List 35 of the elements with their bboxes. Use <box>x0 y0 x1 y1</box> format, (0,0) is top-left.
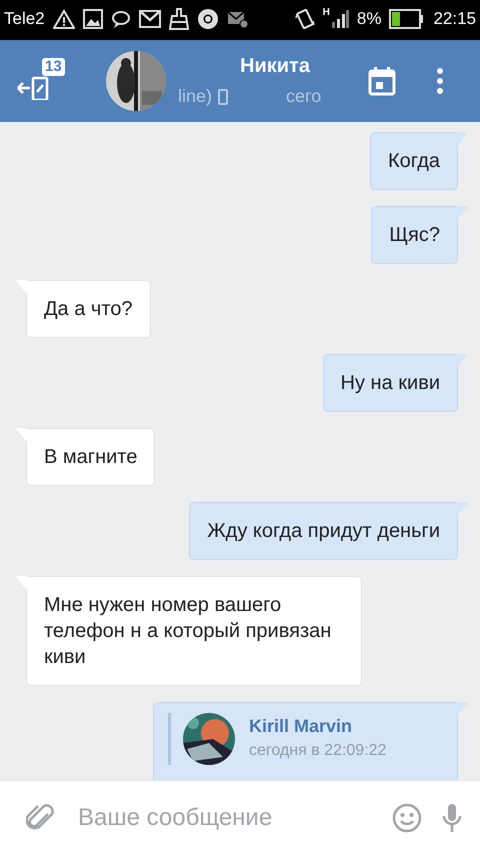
clock: 22:15 <box>433 9 476 29</box>
last-seen: сего <box>286 86 322 107</box>
incoming-message: Да а что? <box>15 280 151 338</box>
author-name[interactable]: Kirill Marvin <box>249 715 386 737</box>
more-menu-button[interactable] <box>436 68 444 94</box>
carrier-name: Tele2 <box>4 9 45 29</box>
battery-icon <box>389 9 426 29</box>
warning-icon <box>52 9 75 29</box>
contact-name: Никита <box>239 55 312 78</box>
network-type: H <box>322 8 330 18</box>
message-input[interactable]: Ваше сообщение <box>76 802 372 832</box>
mail-icon <box>138 10 161 28</box>
outgoing-message: Щяс? <box>371 206 468 264</box>
message-time: сегодня в 22:09:22 <box>249 741 386 761</box>
signal-icon <box>330 8 349 30</box>
back-button[interactable]: 13 <box>16 56 76 106</box>
brush-icon <box>168 8 189 30</box>
vibrate-icon <box>294 8 315 30</box>
battery-percent: 8% <box>356 9 382 29</box>
phone-icon <box>218 88 228 104</box>
back-arrow-icon <box>16 76 50 100</box>
mail-settings-icon <box>226 10 249 28</box>
incoming-message: В магните <box>15 428 156 486</box>
microphone-button[interactable] <box>442 802 462 832</box>
online-status: line) <box>178 86 212 107</box>
unread-count: 13 <box>42 58 65 76</box>
incoming-message: Мне нужен номер вашего телефон н а который привязан киви <box>15 576 362 686</box>
chat-bubble-icon <box>110 9 131 29</box>
outgoing-message: Когда <box>370 132 468 190</box>
emoji-button[interactable] <box>392 802 422 832</box>
outgoing-message: Ну на киви <box>322 354 468 412</box>
image-icon <box>82 9 103 29</box>
calendar-button[interactable] <box>368 66 396 96</box>
outgoing-message: Жду когда придут деньги <box>189 502 468 560</box>
browser-icon <box>196 8 219 30</box>
